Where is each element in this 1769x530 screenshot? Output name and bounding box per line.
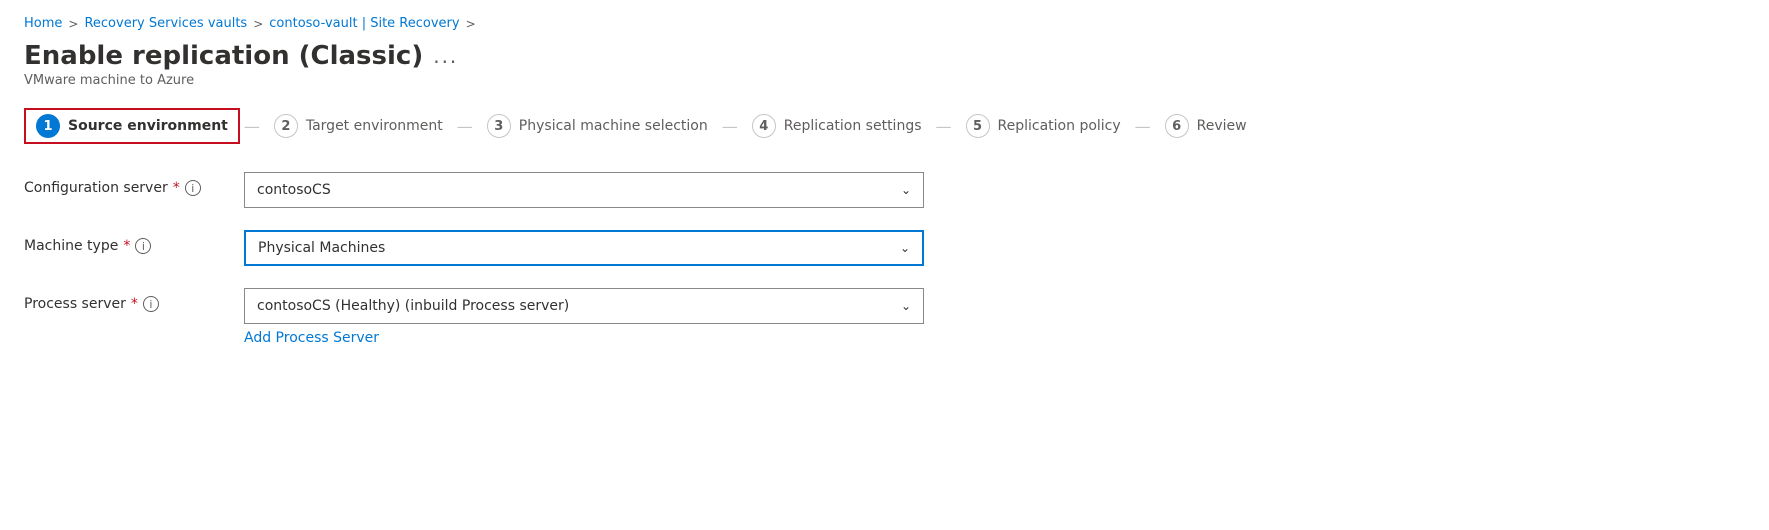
- config-server-info-icon[interactable]: i: [185, 180, 201, 196]
- breadcrumb-sep-3: >: [466, 17, 476, 31]
- machine-type-required: *: [123, 238, 130, 254]
- step-sep-4-5: —: [932, 117, 956, 136]
- process-server-value: contosoCS (Healthy) (inbuild Process ser…: [257, 298, 569, 314]
- machine-type-info-icon[interactable]: i: [135, 238, 151, 254]
- config-server-required: *: [173, 180, 180, 196]
- wizard-step-4[interactable]: 4 Replication settings: [742, 108, 932, 144]
- config-server-label-group: Configuration server * i: [24, 172, 224, 196]
- step-sep-1-2: —: [240, 117, 264, 136]
- add-process-server-link[interactable]: Add Process Server: [244, 330, 924, 346]
- process-server-row: Process server * i contosoCS (Healthy) (…: [24, 288, 924, 346]
- step-label-1: Source environment: [68, 118, 228, 134]
- form-section: Configuration server * i contosoCS ⌄ Mac…: [24, 172, 924, 346]
- config-server-label: Configuration server: [24, 180, 168, 196]
- machine-type-value: Physical Machines: [258, 240, 385, 256]
- step-sep-5-6: —: [1131, 117, 1155, 136]
- step-label-4: Replication settings: [784, 118, 922, 134]
- page-title-row: Enable replication (Classic) ...: [24, 41, 1745, 71]
- breadcrumb-sep-2: >: [253, 17, 263, 31]
- wizard-step-1[interactable]: 1 Source environment: [24, 108, 240, 144]
- process-server-info-icon[interactable]: i: [143, 296, 159, 312]
- machine-type-dropdown[interactable]: Physical Machines ⌄: [244, 230, 924, 266]
- step-circle-1: 1: [36, 114, 60, 138]
- config-server-chevron-icon: ⌄: [901, 183, 911, 197]
- process-server-dropdown[interactable]: contosoCS (Healthy) (inbuild Process ser…: [244, 288, 924, 324]
- config-server-dropdown[interactable]: contosoCS ⌄: [244, 172, 924, 208]
- machine-type-chevron-icon: ⌄: [900, 241, 910, 255]
- wizard-steps: 1 Source environment — 2 Target environm…: [24, 108, 1745, 144]
- step-circle-6: 6: [1165, 114, 1189, 138]
- step-label-3: Physical machine selection: [519, 118, 708, 134]
- breadcrumb: Home > Recovery Services vaults > contos…: [24, 16, 1745, 31]
- process-server-required: *: [131, 296, 138, 312]
- config-server-row: Configuration server * i contosoCS ⌄: [24, 172, 924, 208]
- wizard-step-3[interactable]: 3 Physical machine selection: [477, 108, 718, 144]
- config-server-value: contosoCS: [257, 182, 331, 198]
- process-server-dropdown-wrap: contosoCS (Healthy) (inbuild Process ser…: [244, 288, 924, 346]
- breadcrumb-vault-site-recovery[interactable]: contoso-vault | Site Recovery: [269, 16, 459, 31]
- page-subtitle: VMware machine to Azure: [24, 73, 1745, 88]
- step-circle-2: 2: [274, 114, 298, 138]
- step-label-2: Target environment: [306, 118, 443, 134]
- page-more-button[interactable]: ...: [433, 44, 458, 68]
- machine-type-row: Machine type * i Physical Machines ⌄: [24, 230, 924, 266]
- breadcrumb-home[interactable]: Home: [24, 16, 62, 31]
- step-label-5: Replication policy: [998, 118, 1121, 134]
- step-circle-4: 4: [752, 114, 776, 138]
- step-circle-3: 3: [487, 114, 511, 138]
- process-server-chevron-icon: ⌄: [901, 299, 911, 313]
- step-sep-2-3: —: [453, 117, 477, 136]
- machine-type-label: Machine type: [24, 238, 118, 254]
- process-server-label-group: Process server * i: [24, 288, 224, 312]
- step-label-6: Review: [1197, 118, 1247, 134]
- step-sep-3-4: —: [718, 117, 742, 136]
- machine-type-label-group: Machine type * i: [24, 230, 224, 254]
- process-server-label: Process server: [24, 296, 126, 312]
- wizard-step-2[interactable]: 2 Target environment: [264, 108, 453, 144]
- config-server-dropdown-wrap: contosoCS ⌄: [244, 172, 924, 208]
- breadcrumb-recovery-services[interactable]: Recovery Services vaults: [84, 16, 247, 31]
- wizard-step-6[interactable]: 6 Review: [1155, 108, 1257, 144]
- machine-type-dropdown-wrap: Physical Machines ⌄: [244, 230, 924, 266]
- wizard-step-5[interactable]: 5 Replication policy: [956, 108, 1131, 144]
- breadcrumb-sep-1: >: [68, 17, 78, 31]
- step-circle-5: 5: [966, 114, 990, 138]
- page-title: Enable replication (Classic): [24, 41, 423, 71]
